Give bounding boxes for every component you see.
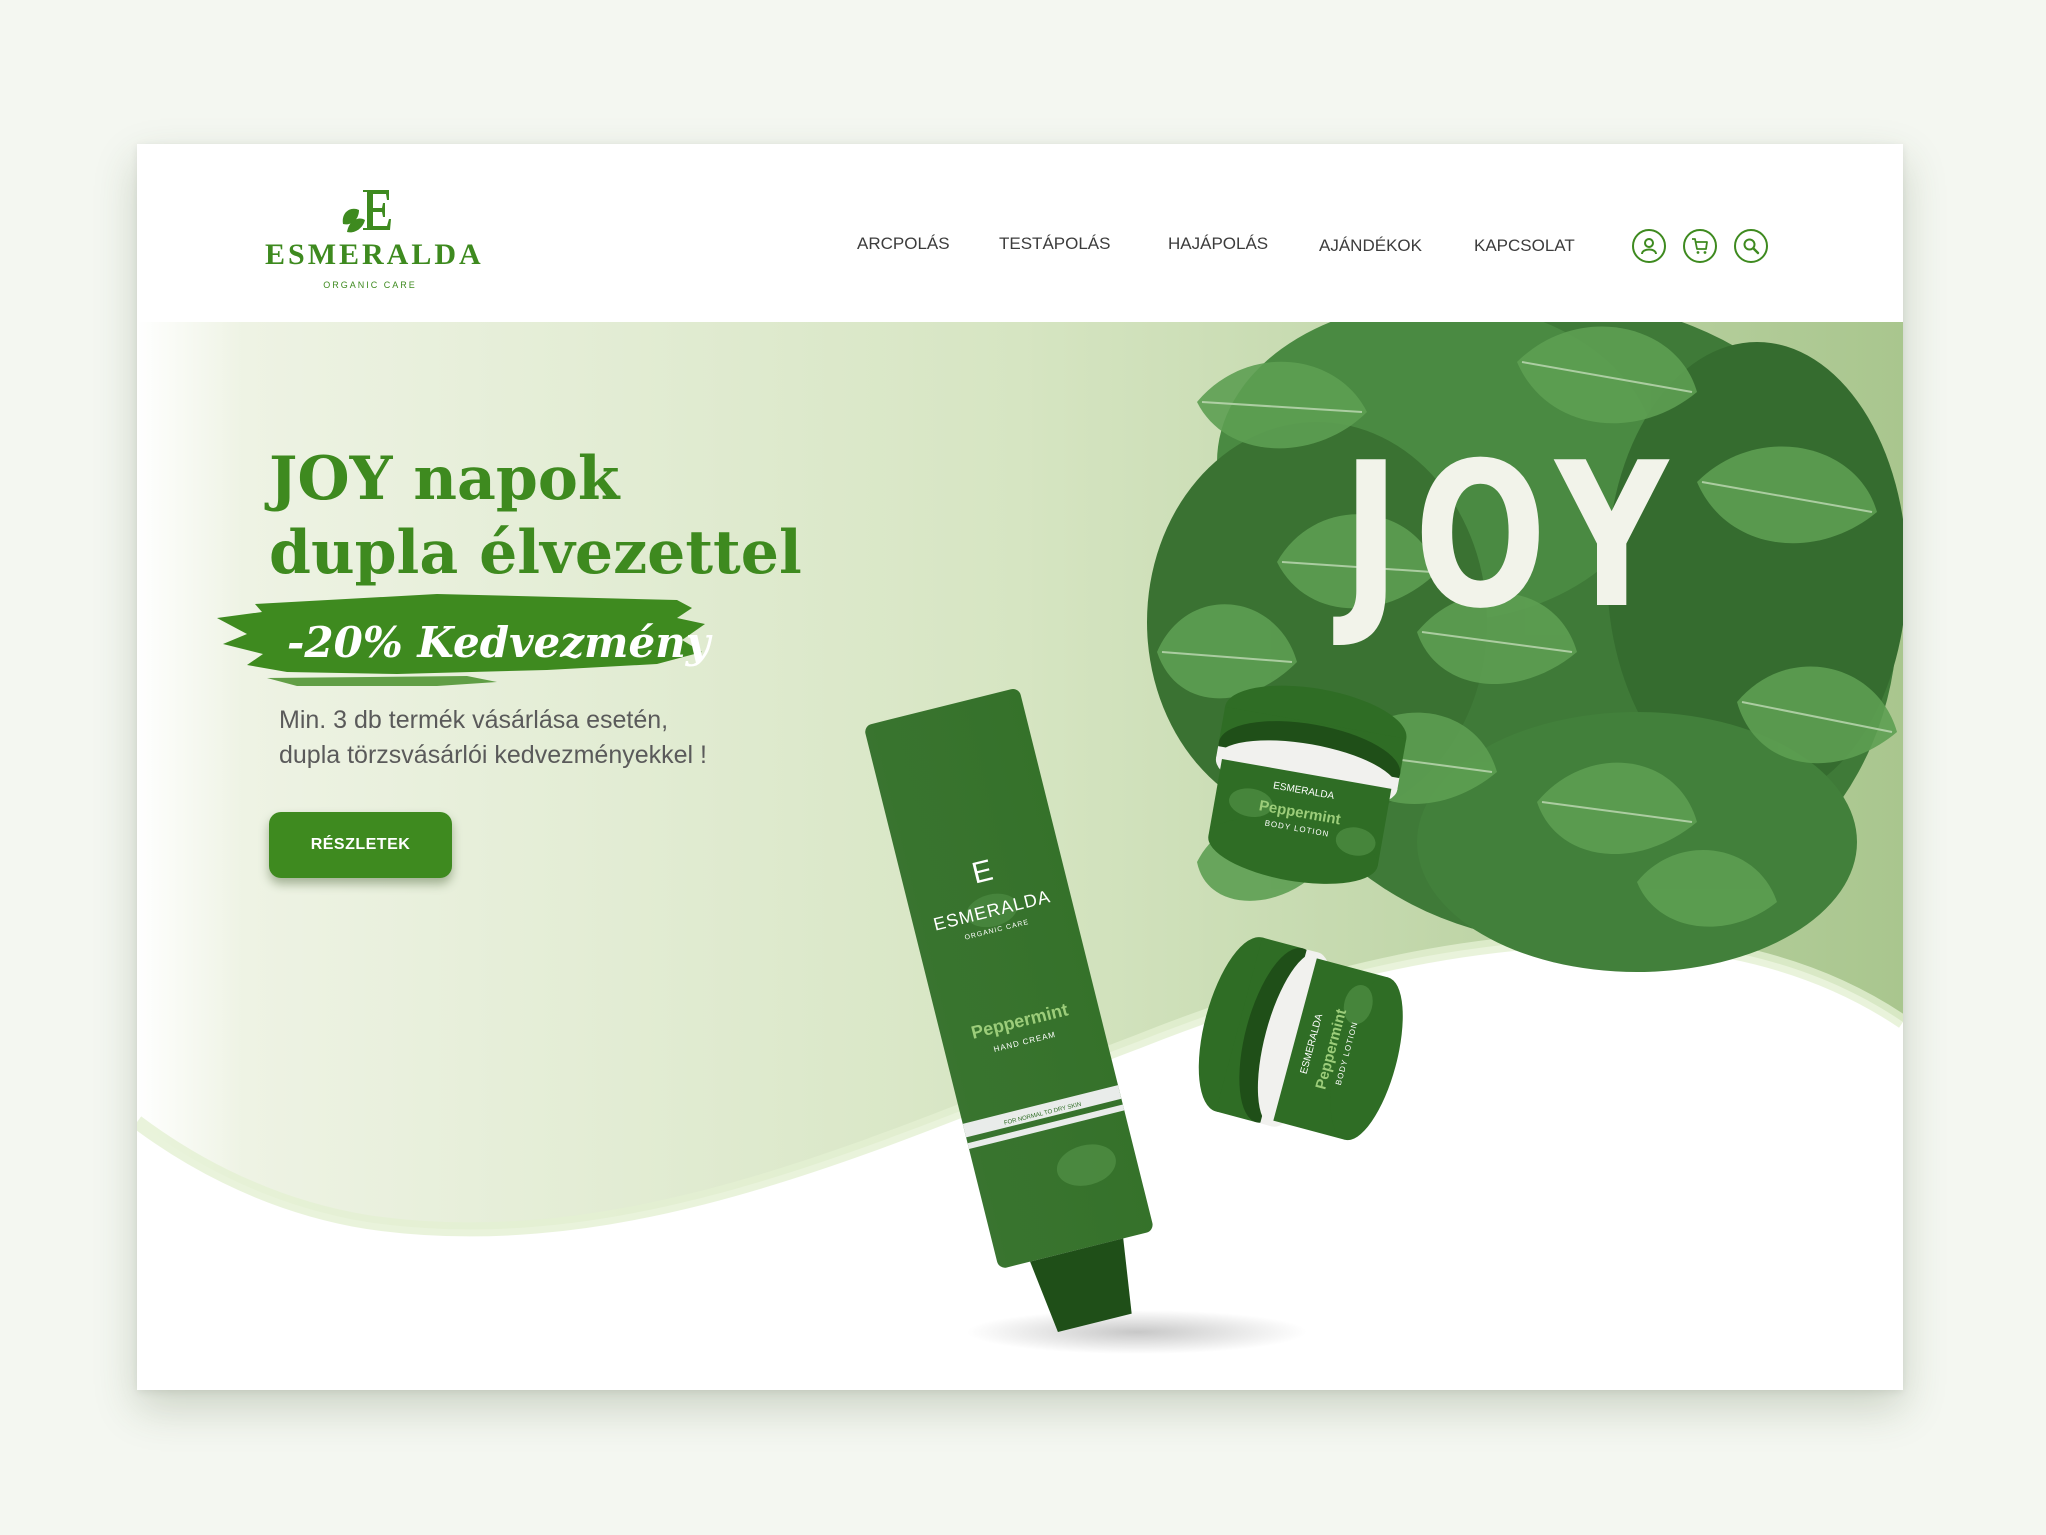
brand-tagline: ORGANIC CARE — [323, 280, 417, 290]
joy-background-word: JOY — [1342, 420, 1683, 653]
brand-logo[interactable]: ESMERALDA ORGANIC CARE — [265, 184, 484, 294]
nav-item-arcpolas[interactable]: ARCPOLÁS — [857, 234, 950, 254]
search-button[interactable] — [1734, 229, 1768, 263]
cart-button[interactable] — [1683, 229, 1717, 263]
nav-item-ajandekok[interactable]: AJÁNDÉKOK — [1319, 236, 1422, 256]
cart-icon — [1692, 238, 1708, 254]
discount-label: -20% Kedvezmény — [287, 618, 711, 667]
user-icon — [1641, 238, 1657, 255]
hero-subtext: Min. 3 db termék vásárlása esetén, dupla… — [279, 706, 707, 769]
brand-name: ESMERALDA — [265, 238, 484, 271]
hero-title: JOY napok dupla élvezettel — [269, 444, 802, 588]
account-button[interactable] — [1632, 229, 1666, 263]
nav-item-testapolas[interactable]: TESTÁPOLÁS — [999, 234, 1110, 254]
nav-item-hajapolas[interactable]: HAJÁPOLÁS — [1168, 234, 1268, 254]
nav-item-kapcsolat[interactable]: KAPCSOLAT — [1474, 236, 1575, 256]
leaf-e-logo-icon — [342, 190, 391, 233]
hero-banner: E ESMERALDA ORGANIC CARE Peppermint HAND… — [137, 322, 1903, 1390]
details-button[interactable]: RÉSZLETEK — [269, 812, 452, 878]
site-header: ESMERALDA ORGANIC CARE ARCPOLÁS TESTÁPOL… — [137, 144, 1903, 322]
page-frame: ESMERALDA ORGANIC CARE ARCPOLÁS TESTÁPOL… — [137, 144, 1903, 1390]
search-icon — [1743, 238, 1760, 255]
